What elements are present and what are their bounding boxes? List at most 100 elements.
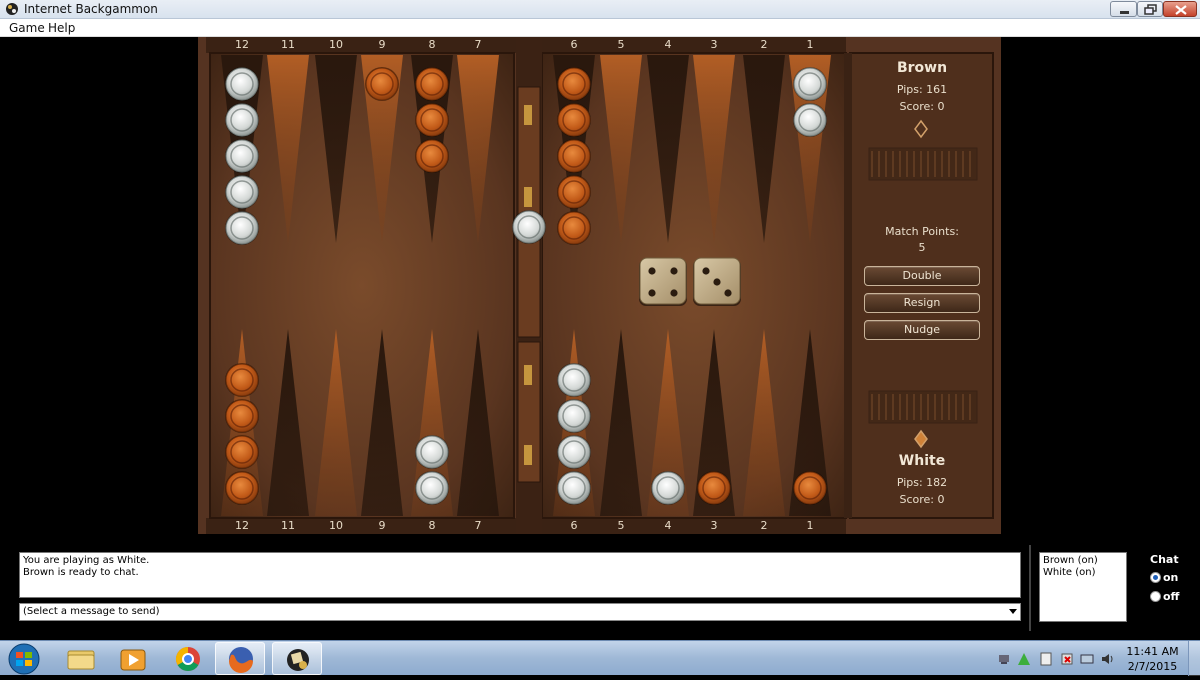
point-number-top: 3	[710, 38, 718, 51]
taskbar-media-player[interactable]	[108, 642, 158, 675]
close-icon	[1175, 5, 1187, 15]
point-number-top: 1	[806, 38, 814, 51]
windows-start-icon	[8, 643, 40, 675]
title-bar[interactable]: Internet Backgammon	[0, 0, 1200, 19]
brown-checker[interactable]	[793, 471, 827, 505]
firefox-icon	[229, 647, 253, 673]
taskbar-internet-backgammon[interactable]	[272, 642, 322, 675]
resign-button[interactable]: Resign	[864, 293, 980, 313]
network-tray-icon[interactable]	[997, 652, 1011, 666]
menu-bar: Game Help	[0, 19, 1200, 37]
point-number-bottom: 4	[664, 519, 672, 532]
clock-time[interactable]: 11:41 AM	[1125, 645, 1180, 658]
restore-button[interactable]	[1137, 1, 1163, 17]
white-checker[interactable]	[225, 175, 259, 209]
die[interactable]	[693, 257, 741, 306]
point-number-bottom: 8	[428, 519, 436, 532]
clock-date[interactable]: 2/7/2015	[1125, 660, 1180, 673]
point-number-top: 6	[570, 38, 578, 51]
backgammon-app-icon	[6, 3, 18, 15]
point-number-bottom: 3	[710, 519, 718, 532]
display-tray-icon[interactable]	[1080, 652, 1094, 666]
chat-select-value: (Select a message to send)	[23, 606, 160, 617]
chat-message-select[interactable]: (Select a message to send)	[19, 603, 1021, 621]
brown-checker[interactable]	[225, 399, 259, 433]
menu-help[interactable]: Help	[48, 21, 75, 35]
brown-checker[interactable]	[415, 67, 449, 101]
white-score: Score: 0	[899, 493, 945, 506]
show-desktop-button[interactable]	[1188, 641, 1200, 676]
brown-player-name: Brown	[896, 60, 948, 76]
taskbar-explorer[interactable]	[56, 642, 106, 675]
chat-on-radio[interactable]	[1150, 572, 1161, 583]
white-checker[interactable]	[415, 435, 449, 469]
chat-log[interactable]: You are playing as White. Brown is ready…	[19, 552, 1021, 598]
point-number-bottom: 1	[806, 519, 814, 532]
minimize-button[interactable]	[1110, 1, 1137, 17]
brown-checker[interactable]	[415, 103, 449, 137]
close-button[interactable]	[1163, 1, 1197, 17]
match-points-value: 5	[918, 241, 926, 254]
brown-checker[interactable]	[415, 139, 449, 173]
nvidia-tray-icon[interactable]	[1017, 652, 1031, 666]
point-number-top: 9	[378, 38, 386, 51]
chat-toggle-label: Chat	[1150, 553, 1179, 566]
game-info-panel: Brown Pips: 161 Score: 0 Match Points: 5…	[858, 53, 986, 519]
brown-score: Score: 0	[899, 100, 945, 113]
action-center-icon[interactable]	[1039, 652, 1053, 666]
brown-checker[interactable]	[225, 471, 259, 505]
brown-checker[interactable]	[225, 363, 259, 397]
taskbar-chrome[interactable]	[163, 642, 213, 675]
white-checker[interactable]	[225, 67, 259, 101]
window-title: Internet Backgammon	[24, 2, 158, 16]
chat-on-label[interactable]: on	[1163, 571, 1178, 584]
white-checker[interactable]	[557, 471, 591, 505]
brown-checker[interactable]	[225, 435, 259, 469]
white-checker[interactable]	[225, 103, 259, 137]
white-checker[interactable]	[793, 67, 827, 101]
brown-checker[interactable]	[365, 67, 399, 101]
start-button[interactable]	[2, 642, 52, 675]
chat-off-label[interactable]: off	[1163, 590, 1179, 603]
point-number-bottom: 10	[329, 519, 343, 532]
chat-off-radio[interactable]	[1150, 591, 1161, 602]
brown-checker[interactable]	[557, 67, 591, 101]
white-checker[interactable]	[557, 435, 591, 469]
taskbar: 11:41 AM 2/7/2015	[0, 640, 1200, 676]
double-button[interactable]: Double	[864, 266, 980, 286]
white-checker[interactable]	[512, 210, 546, 244]
nudge-button[interactable]: Nudge	[864, 320, 980, 340]
chrome-icon	[175, 647, 200, 672]
white-checker[interactable]	[225, 211, 259, 245]
volume-icon[interactable]	[1100, 652, 1114, 666]
white-checker[interactable]	[651, 471, 685, 505]
player-list[interactable]: Brown (on) White (on)	[1039, 552, 1127, 622]
menu-game[interactable]: Game	[9, 21, 45, 35]
media-player-icon	[120, 649, 146, 671]
point-number-bottom: 6	[570, 519, 578, 532]
white-checker[interactable]	[793, 103, 827, 137]
die[interactable]	[639, 257, 687, 306]
chevron-down-icon[interactable]	[1009, 609, 1017, 614]
point-number-top: 11	[281, 38, 295, 51]
point-number-bottom: 5	[617, 519, 625, 532]
point-number-top: 7	[474, 38, 482, 51]
white-checker[interactable]	[557, 363, 591, 397]
backgammon-board[interactable]: 12 11 10 9 8 7 6 5 4 3 2 1 12 11 10 9 8 7 6 5 4 3 2 1 Brown Pi…	[198, 37, 1001, 534]
brown-checker[interactable]	[697, 471, 731, 505]
brown-checker[interactable]	[557, 175, 591, 209]
game-area: 12 11 10 9 8 7 6 5 4 3 2 1 12 11 10 9 8 7 6 5 4 3 2 1 Brown Pi…	[0, 37, 1200, 535]
white-checker[interactable]	[415, 471, 449, 505]
player-list-item: White (on)	[1043, 567, 1096, 578]
brown-checker[interactable]	[557, 211, 591, 245]
restore-icon	[1144, 4, 1157, 15]
white-player-name: White	[898, 453, 946, 469]
brown-checker[interactable]	[557, 139, 591, 173]
brown-checker[interactable]	[557, 103, 591, 137]
taskbar-firefox[interactable]	[215, 642, 265, 675]
white-checker[interactable]	[557, 399, 591, 433]
security-tray-icon[interactable]	[1060, 652, 1074, 666]
chat-log-line: Brown is ready to chat.	[23, 567, 139, 578]
point-number-top: 10	[329, 38, 343, 51]
white-checker[interactable]	[225, 139, 259, 173]
